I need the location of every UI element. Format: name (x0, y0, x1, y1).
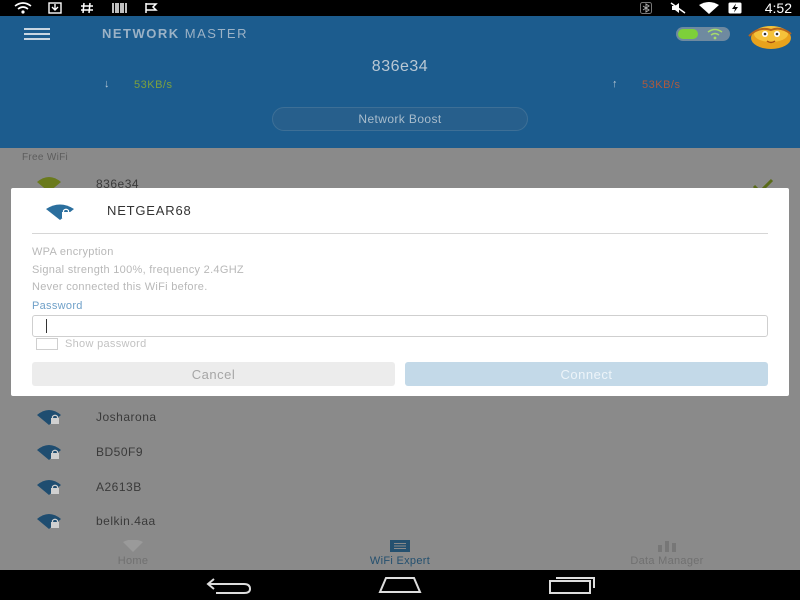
tab-wifi-expert[interactable]: WiFi Expert (266, 536, 534, 570)
cancel-button[interactable]: Cancel (32, 362, 395, 386)
list-item[interactable]: BD50F9 (0, 438, 800, 468)
wifi-name: A2613B (96, 480, 142, 494)
upload-speed: 53KB/s (642, 79, 681, 91)
wifi-name: Josharona (96, 410, 157, 424)
app-title-thin: MASTER (184, 26, 248, 41)
tab-home[interactable]: Home (0, 536, 266, 570)
wifi-toggle[interactable] (676, 27, 730, 41)
hash-icon (81, 2, 93, 14)
barcode-icon (112, 3, 127, 13)
password-label: Password (32, 300, 83, 312)
list-item[interactable]: Josharona (0, 403, 800, 433)
wifi-locked-icon (37, 514, 61, 529)
bluetooth-icon (640, 2, 652, 14)
tab-label: Home (117, 555, 149, 567)
wifi-icon (707, 28, 723, 40)
connect-button[interactable]: Connect (405, 362, 768, 386)
download-icon (48, 2, 62, 14)
status-bar: 4:52 (0, 0, 800, 16)
divider (32, 233, 768, 234)
recents-icon[interactable] (548, 576, 596, 594)
password-input[interactable] (32, 315, 768, 337)
home-icon[interactable] (376, 576, 424, 594)
connect-dialog: NETGEAR68 WPA encryption Signal strength… (11, 188, 789, 396)
tab-label: Data Manager (630, 555, 704, 567)
wifi-locked-icon (37, 480, 61, 495)
show-password-label: Show password (65, 338, 147, 350)
current-network-name: 836e34 (371, 58, 429, 75)
status-time: 4:52 (764, 0, 792, 16)
signal-info: Signal strength 100%, frequency 2.4GHZ (32, 264, 244, 276)
wifi-name: BD50F9 (96, 445, 144, 459)
bar-chart-icon (658, 541, 676, 552)
show-password-checkbox[interactable] (36, 338, 58, 350)
app-header: NETWORK MASTER 836e34 ↓ 53KB/s ↑ 53KB/s … (0, 16, 800, 148)
connection-history-info: Never connected this WiFi before. (32, 281, 208, 293)
list-item[interactable]: belkin.4aa (0, 507, 800, 537)
list-icon (390, 540, 410, 552)
app-title-bold: NETWORK (102, 26, 180, 41)
menu-icon[interactable] (24, 28, 50, 42)
tab-data-manager[interactable]: Data Manager (534, 536, 800, 570)
wifi-locked-icon (37, 410, 61, 425)
encryption-info: WPA encryption (32, 246, 114, 258)
mascot-icon[interactable] (745, 20, 793, 50)
text-caret (46, 319, 47, 333)
wifi-icon (123, 540, 143, 552)
system-nav-bar (0, 570, 800, 600)
wifi-name: belkin.4aa (96, 514, 156, 528)
dialog-title: NETGEAR68 (107, 203, 192, 218)
list-item[interactable]: A2613B (0, 473, 800, 503)
wifi-locked-icon (46, 204, 74, 220)
toggle-knob (678, 29, 698, 39)
network-boost-button[interactable]: Network Boost (272, 107, 528, 131)
mute-icon (670, 2, 686, 14)
app-title: NETWORK MASTER (102, 26, 248, 41)
download-arrow-icon: ↓ (104, 78, 110, 90)
download-speed: 53KB/s (134, 79, 173, 91)
wifi-signal-icon (699, 2, 719, 14)
bottom-tab-bar: Home WiFi Expert Data Manager (0, 536, 800, 570)
back-icon[interactable] (206, 576, 252, 594)
battery-charging-icon (728, 2, 742, 14)
wifi-icon (14, 2, 32, 14)
flag-icon (145, 3, 158, 13)
wifi-locked-icon (37, 445, 61, 460)
section-label: Free WiFi (22, 152, 69, 163)
upload-arrow-icon: ↑ (612, 78, 618, 90)
tab-label: WiFi Expert (369, 555, 431, 567)
